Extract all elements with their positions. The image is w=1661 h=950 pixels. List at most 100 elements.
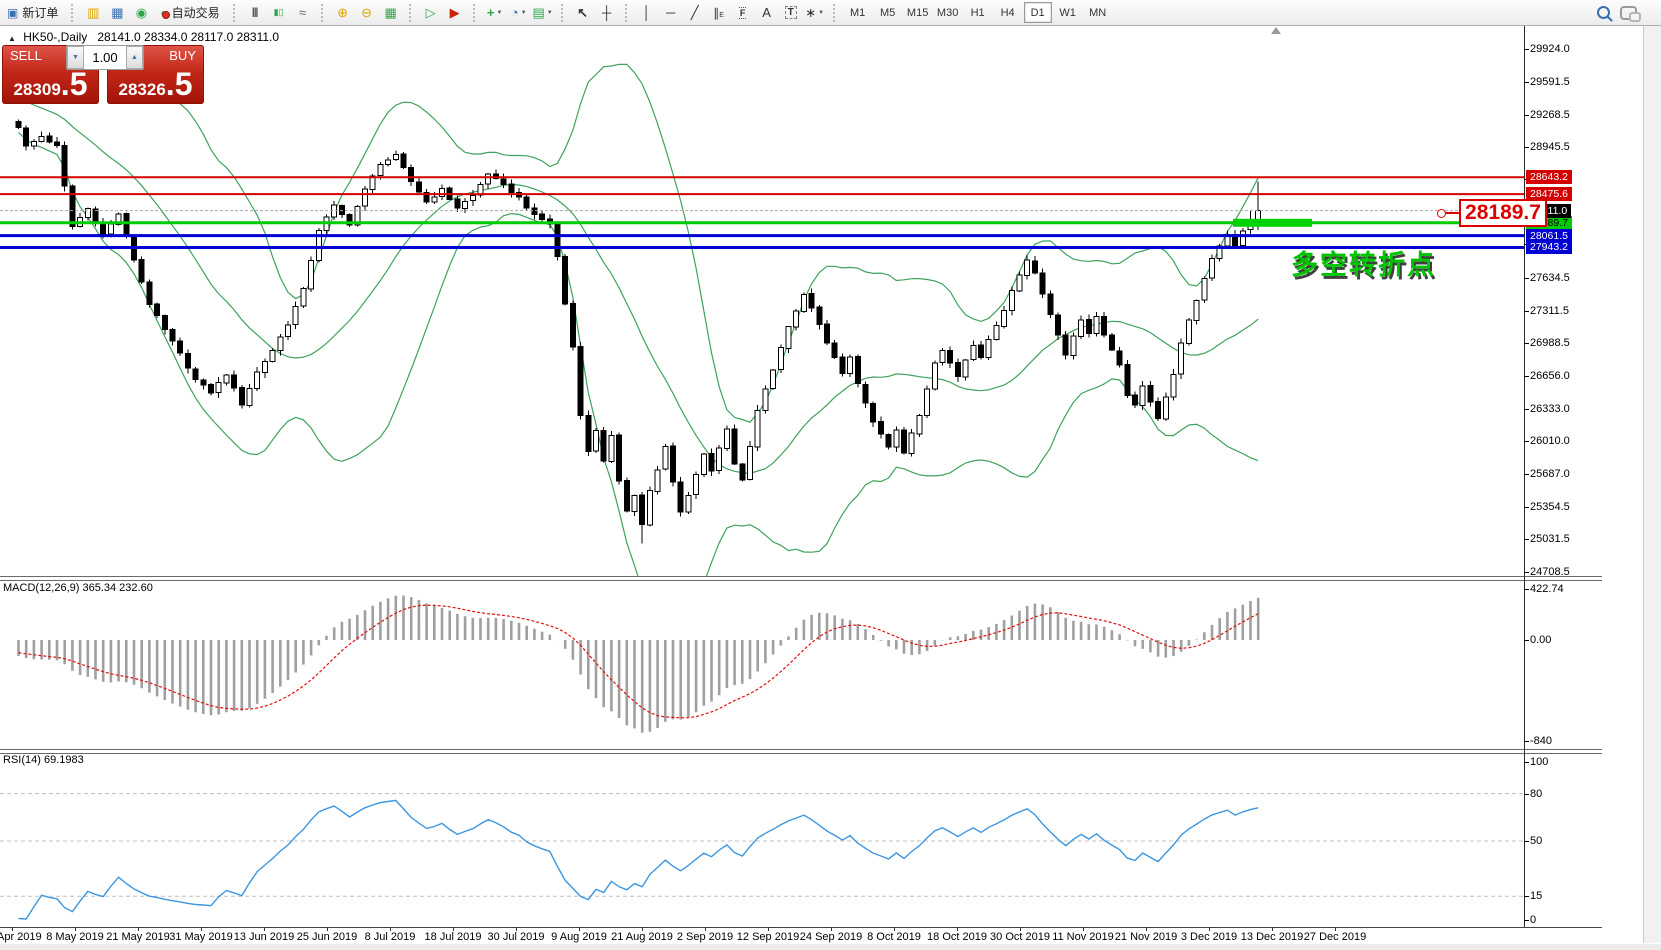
date-tick-label: 8 Oct 2019 — [867, 931, 921, 943]
crosshair-tool-button[interactable]: ┼ — [595, 2, 619, 24]
chart-shift-marker[interactable] — [1271, 27, 1281, 34]
signal-button[interactable]: ◉ — [129, 2, 153, 24]
sell-label: SELL — [10, 48, 42, 63]
fibonacci-tool-button[interactable]: F — [731, 2, 755, 24]
macd-histogram — [17, 595, 1260, 733]
tab-m1[interactable]: M1 — [844, 2, 872, 23]
price-tick-label: 26010.0 — [1530, 435, 1570, 447]
dropdown-caret-icon: ▼ — [818, 9, 825, 16]
dropdown-caret-icon: ▼ — [520, 9, 527, 16]
toolbar-separator — [472, 3, 479, 22]
periods-button[interactable]: ◔ ▼ — [507, 2, 531, 24]
price-callout-label[interactable]: 28189.7 — [1459, 199, 1547, 227]
dropdown-caret-icon: ▼ — [546, 9, 553, 16]
bar-chart-button[interactable]: ||| — [243, 2, 267, 24]
macd-panel[interactable] — [0, 581, 1524, 750]
new-order-button[interactable]: ▣ 新订单 — [0, 1, 65, 24]
zoom-out-button[interactable]: ⊖ — [355, 2, 379, 24]
line-chart-button[interactable]: ≈ — [291, 2, 315, 24]
right-panel-strip — [1643, 26, 1661, 943]
date-tick-label: 30 Jul 2019 — [487, 931, 545, 943]
date-tick-label: 11 Nov 2019 — [1052, 931, 1114, 943]
charts-icon: ▦ — [111, 4, 124, 20]
tile-windows-button[interactable]: ▦ — [379, 2, 403, 24]
panel-divider[interactable] — [0, 576, 1602, 581]
trendline-tool-button[interactable]: ╱ — [683, 2, 707, 24]
one-click-trading-panel: SELL 28309.5 BUY 28326.5 ▼ ▲ — [2, 45, 204, 105]
label-tool-button[interactable]: T — [779, 2, 803, 24]
charts-button[interactable]: ▦ — [105, 2, 129, 24]
volume-decrease-button[interactable]: ▼ — [67, 46, 84, 69]
price-tick-mark — [1524, 572, 1529, 573]
search-icon[interactable] — [1597, 6, 1610, 19]
cursor-icon: ↖ — [577, 4, 589, 20]
market-watch-button[interactable]: ▥ — [81, 2, 105, 24]
bollinger-upper-band — [18, 58, 1259, 424]
price-line-label: 27943.2 — [1526, 240, 1572, 254]
date-tick-label: 9 Aug 2019 — [551, 931, 607, 943]
highlight-rectangle-object[interactable] — [1233, 218, 1312, 227]
templates-button[interactable]: ▤ ▼ — [531, 2, 555, 24]
date-tick-label: 21 Nov 2019 — [1114, 931, 1178, 943]
main-price-chart[interactable] — [0, 26, 1524, 578]
hline-icon: ─ — [666, 5, 676, 20]
indicators-plus-icon: + — [486, 5, 495, 20]
text-tool-button[interactable]: A — [755, 2, 779, 24]
price-tick-mark — [1524, 507, 1529, 508]
channel-tool-button[interactable]: ∥ E — [707, 2, 731, 24]
date-tick-label: 8 Jul 2019 — [364, 931, 416, 943]
macd-indicator-label: MACD(12,26,9) 365.34 232.60 — [3, 582, 153, 594]
tab-m5[interactable]: M5 — [874, 2, 902, 23]
signal-icon: ◉ — [135, 4, 148, 20]
turning-point-annotation[interactable]: 多空转折点 — [1291, 243, 1436, 282]
zoom-in-button[interactable]: ⊕ — [331, 2, 355, 24]
window-triangle-icon: ▲ — [8, 34, 16, 43]
candlesticks — [15, 119, 1262, 544]
line-chart-icon: ≈ — [299, 5, 307, 20]
rsi-tick-mark — [1524, 896, 1529, 897]
tab-d1[interactable]: D1 — [1023, 2, 1052, 23]
autotrade-button[interactable]: ● 自动交易 — [153, 1, 226, 24]
chart-shift-icon: ▶ — [449, 4, 460, 20]
indicators-button[interactable]: + ▼ — [483, 2, 507, 24]
tab-m30[interactable]: M30 — [934, 2, 962, 23]
chart-shift-button[interactable]: ▶ — [443, 2, 467, 24]
rsi-panel[interactable] — [0, 753, 1524, 927]
volume-stepper: ▼ ▲ — [66, 45, 144, 70]
date-tick-label: 8 May 2019 — [46, 931, 104, 943]
cursor-tool-button[interactable]: ↖ — [571, 2, 595, 24]
toolbar-separator — [320, 3, 327, 22]
price-tick-mark — [1524, 82, 1529, 83]
tab-m15[interactable]: M15 — [904, 2, 932, 23]
arrows-tool-button[interactable]: ∗ ▼ — [803, 2, 827, 24]
tab-h4[interactable]: H4 — [994, 2, 1022, 23]
volume-increase-button[interactable]: ▲ — [126, 46, 143, 69]
rsi-line — [18, 799, 1259, 920]
hline-tool-button[interactable]: ─ — [659, 2, 683, 24]
volume-input[interactable] — [84, 46, 126, 69]
market-watch-icon: ▥ — [87, 4, 100, 20]
date-tick-label: 27 Dec 2019 — [1303, 931, 1367, 943]
vline-tool-button[interactable]: │ — [635, 2, 659, 24]
zoom-in-icon: ⊕ — [337, 4, 349, 20]
chat-icon[interactable] — [1620, 5, 1641, 22]
tab-mn[interactable]: MN — [1084, 2, 1112, 23]
macd-tick-mark — [1524, 589, 1529, 590]
date-tick-label: 18 Jul 2019 — [424, 931, 482, 943]
tab-w1[interactable]: W1 — [1054, 2, 1082, 23]
candle-chart-button[interactable]: ▮▯ — [267, 2, 291, 24]
autotrade-icon: ● — [160, 6, 170, 20]
rsi-tick-mark — [1524, 920, 1529, 921]
panel-divider[interactable] — [0, 749, 1602, 754]
rsi-tick-mark — [1524, 841, 1529, 842]
dropdown-caret-icon: ▼ — [496, 9, 503, 16]
date-tick-label: 13 Jun 2019 — [233, 931, 295, 943]
price-line-label: 28643.2 — [1526, 170, 1572, 184]
tab-h1[interactable]: H1 — [964, 2, 992, 23]
price-tick-mark — [1524, 343, 1529, 344]
date-tick-label: 12 Sep 2019 — [736, 931, 800, 943]
bollinger-middle-band — [18, 97, 1259, 475]
auto-scroll-button[interactable]: ▷ — [419, 2, 443, 24]
price-tick-mark — [1524, 278, 1529, 279]
sell-price: 28309.5 — [13, 66, 88, 102]
